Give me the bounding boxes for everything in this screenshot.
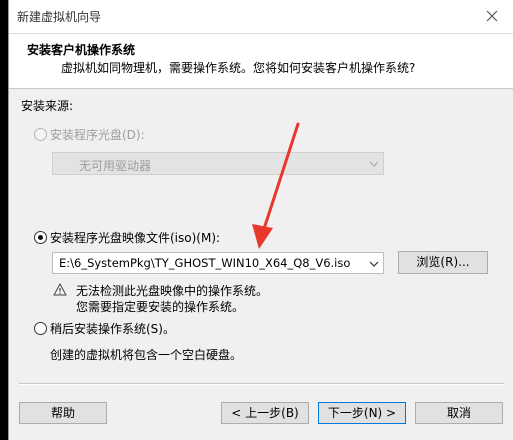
radio-later-label: 稍后安装操作系统(S)。 <box>50 322 175 336</box>
radio-iso-label: 安装程序光盘映像文件(iso)(M): <box>50 231 221 245</box>
warning-icon <box>53 283 67 296</box>
help-button[interactable]: 帮助 <box>19 402 107 424</box>
chevron-down-icon[interactable] <box>369 260 379 268</box>
iso-path-value: E:\6_SystemPkg\TY_GHOST_WIN10_X64_Q8_V6.… <box>59 256 351 270</box>
next-button[interactable]: 下一步(N) > <box>318 402 406 424</box>
footer-divider <box>19 383 504 385</box>
window-title: 新建虚拟机向导 <box>17 10 102 24</box>
radio-later[interactable] <box>34 322 47 335</box>
wizard-header: 安装客户机操作系统 虚拟机如同物理机，需要操作系统。您将如何安装客户机操作系统? <box>9 34 513 89</box>
chevron-down-icon <box>369 161 379 167</box>
back-button[interactable]: < 上一步(B) <box>221 402 309 424</box>
title-bar: 新建虚拟机向导 <box>9 0 513 34</box>
new-vm-wizard-window: 新建虚拟机向导 安装客户机操作系统 虚拟机如同物理机，需要操作系统。您将如何安装… <box>8 0 513 440</box>
page-description: 虚拟机如同物理机，需要操作系统。您将如何安装客户机操作系统? <box>61 61 416 75</box>
browse-button[interactable]: 浏览(R)... <box>398 251 488 274</box>
radio-iso[interactable] <box>34 231 47 244</box>
radio-disc[interactable] <box>34 128 47 141</box>
later-description: 创建的虚拟机将包含一个空白硬盘。 <box>50 348 243 362</box>
close-icon[interactable] <box>480 4 504 28</box>
warning-text-line1: 无法检测此光盘映像中的操作系统。 <box>76 284 269 298</box>
page-heading: 安装客户机操作系统 <box>27 43 136 57</box>
cancel-button[interactable]: 取消 <box>415 402 503 424</box>
warning-text-line2: 您需要指定要安装的操作系统。 <box>76 300 245 314</box>
radio-disc-label: 安装程序光盘(D): <box>50 128 145 142</box>
iso-path-select[interactable]: E:\6_SystemPkg\TY_GHOST_WIN10_X64_Q8_V6.… <box>52 252 384 274</box>
drive-select[interactable]: 无可用驱动器 <box>52 152 384 175</box>
source-label: 安装来源: <box>21 99 74 113</box>
drive-select-value: 无可用驱动器 <box>79 159 152 173</box>
